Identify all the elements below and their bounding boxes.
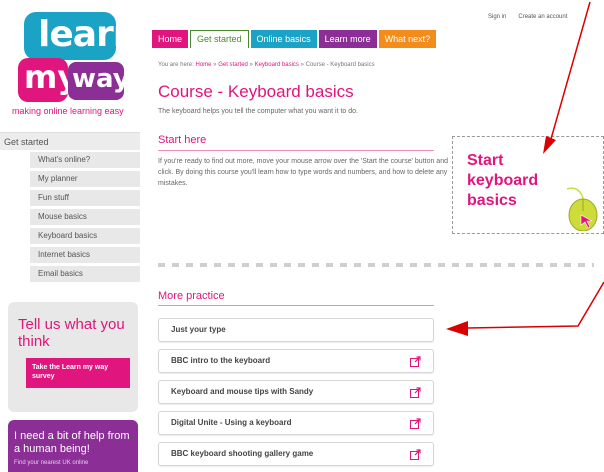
help-subtext: Find your nearest UK online [14, 460, 89, 466]
breadcrumb-keyboard-basics[interactable]: Keyboard basics [255, 62, 299, 68]
tab-what-next[interactable]: What next? [378, 30, 437, 48]
more-practice-heading: More practice [158, 290, 225, 302]
breadcrumb-prefix: You are here: [158, 62, 194, 68]
practice-list: Just your type BBC intro to the keyboard… [158, 318, 434, 472]
learn-my-way-logo[interactable]: learn my way making online learning easy [6, 6, 138, 116]
sidebar-item-mouse-basics[interactable]: Mouse basics [30, 209, 140, 225]
logo-learn-text: learn [38, 14, 138, 55]
breadcrumb-separator: » [249, 62, 253, 68]
practice-item-label: Digital Unite - Using a keyboard [171, 418, 292, 427]
sidebar-item-fun-stuff[interactable]: Fun stuff [30, 190, 140, 206]
logo-way-text: way [72, 64, 130, 94]
account-links: Sign in Create an account [488, 14, 567, 20]
external-link-icon [410, 387, 421, 398]
breadcrumb-separator: » [300, 62, 304, 68]
mouse-click-icon [566, 187, 598, 231]
practice-item-label: Just your type [171, 325, 226, 334]
page-title: Course - Keyboard basics [158, 82, 354, 101]
breadcrumb-get-started[interactable]: Get started [218, 62, 248, 68]
tab-learn-more[interactable]: Learn more [318, 30, 377, 48]
sidebar-item-keyboard-basics[interactable]: Keyboard basics [30, 228, 140, 244]
practice-item-label: Keyboard and mouse tips with Sandy [171, 387, 314, 396]
external-link-icon [410, 449, 421, 460]
tab-home[interactable]: Home [152, 30, 189, 48]
tab-online-basics[interactable]: Online basics [250, 30, 317, 48]
help-panel[interactable]: I need a bit of help from a human being!… [8, 420, 138, 472]
start-here-divider [158, 150, 434, 151]
sidebar-menu: What's online? My planner Fun stuff Mous… [30, 152, 140, 285]
logo-tagline: making online learning easy [12, 106, 124, 116]
practice-item-bbc-intro[interactable]: BBC intro to the keyboard [158, 349, 434, 373]
tab-get-started[interactable]: Get started [190, 30, 249, 48]
logo-way-block: way [68, 62, 130, 100]
breadcrumb-current: Course - Keyboard basics [305, 62, 375, 68]
create-account-link[interactable]: Create an account [518, 14, 567, 20]
external-link-icon [410, 356, 421, 367]
sidebar-item-whats-online[interactable]: What's online? [30, 152, 140, 168]
help-title: I need a bit of help from a human being! [14, 430, 130, 455]
annotation-arrow-to-practice [446, 281, 604, 336]
sign-in-link[interactable]: Sign in [488, 14, 506, 20]
breadcrumb-separator: » [213, 62, 217, 68]
start-button-label: Start keyboard basics [467, 152, 539, 209]
external-link-icon [410, 418, 421, 429]
annotation-arrow-to-start [543, 1, 591, 154]
practice-item-bbc-shooting-gallery[interactable]: BBC keyboard shooting gallery game [158, 442, 434, 466]
dashed-divider [158, 263, 594, 267]
sidebar-item-my-planner[interactable]: My planner [30, 171, 140, 187]
sidebar-item-email-basics[interactable]: Email basics [30, 266, 140, 282]
practice-item-label: BBC keyboard shooting gallery game [171, 449, 314, 458]
practice-item-label: BBC intro to the keyboard [171, 356, 271, 365]
survey-button[interactable]: Take the Learn my way survey [26, 358, 130, 388]
sidebar-item-internet-basics[interactable]: Internet basics [30, 247, 140, 263]
start-here-heading: Start here [158, 134, 207, 146]
practice-item-sandy-tips[interactable]: Keyboard and mouse tips with Sandy [158, 380, 434, 404]
start-here-text: If you're ready to find out more, move y… [158, 158, 448, 187]
more-practice-divider [158, 305, 434, 306]
logo-my-block: my [18, 58, 78, 102]
page-intro: The keyboard helps you tell the computer… [158, 108, 359, 115]
start-keyboard-basics-button[interactable]: Start keyboard basics [452, 136, 604, 234]
logo-learn-block: learn [24, 12, 138, 60]
main-nav-tabs: Home Get started Online basics Learn mor… [152, 30, 437, 48]
practice-item-digital-unite[interactable]: Digital Unite - Using a keyboard [158, 411, 434, 435]
breadcrumb-home[interactable]: Home [195, 62, 211, 68]
feedback-title: Tell us what you think [18, 316, 125, 350]
sidebar-heading[interactable]: Get started [0, 132, 140, 150]
practice-item-just-your-type[interactable]: Just your type [158, 318, 434, 342]
feedback-panel: Tell us what you think Take the Learn my… [8, 302, 138, 412]
breadcrumb: You are here: Home » Get started » Keybo… [158, 62, 375, 68]
